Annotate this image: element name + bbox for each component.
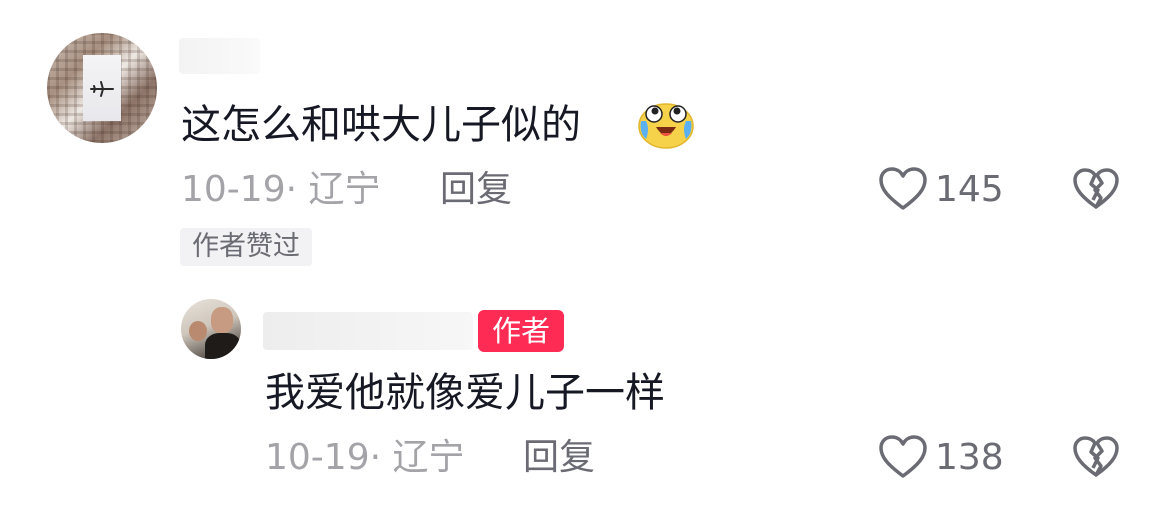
comment-location: 辽宁 xyxy=(308,169,381,210)
author-tag: 作者 xyxy=(478,310,564,352)
comment-meta: 10-19· 辽宁 xyxy=(181,168,381,212)
like-count: 145 xyxy=(935,169,1004,210)
reply-location: 辽宁 xyxy=(392,437,465,478)
reply-like-button[interactable] xyxy=(878,434,928,484)
dislike-button[interactable] xyxy=(1072,167,1120,215)
heart-outline-icon xyxy=(879,167,927,210)
reply-username-redacted[interactable] xyxy=(263,312,473,350)
heart-outline-icon xyxy=(879,435,927,478)
avatar[interactable] xyxy=(47,33,157,143)
airplane-icon xyxy=(90,81,114,97)
reply-meta: 10-19· 辽宁 xyxy=(265,436,465,480)
reply-button[interactable]: 回复 xyxy=(440,168,512,212)
reply-dislike-button[interactable] xyxy=(1072,435,1120,483)
crying-laughing-emoji xyxy=(638,99,694,149)
reply-date: 10-19 xyxy=(265,437,370,478)
author-liked-badge: 作者赞过 xyxy=(180,228,312,266)
reply-like-count: 138 xyxy=(935,437,1004,478)
reply-reply-button[interactable]: 回复 xyxy=(523,436,595,480)
comment-text: 这怎么和哄大儿子似的 xyxy=(181,102,581,148)
like-button[interactable] xyxy=(878,166,928,216)
meta-separator: · xyxy=(369,437,382,478)
reply-text: 我爱他就像爱儿子一样 xyxy=(265,370,665,416)
username-redacted[interactable] xyxy=(179,38,260,74)
reply-avatar[interactable] xyxy=(181,299,241,359)
meta-separator: · xyxy=(285,169,298,210)
comment-date: 10-19 xyxy=(181,169,286,210)
broken-heart-icon xyxy=(1073,168,1119,209)
broken-heart-icon xyxy=(1073,436,1119,477)
